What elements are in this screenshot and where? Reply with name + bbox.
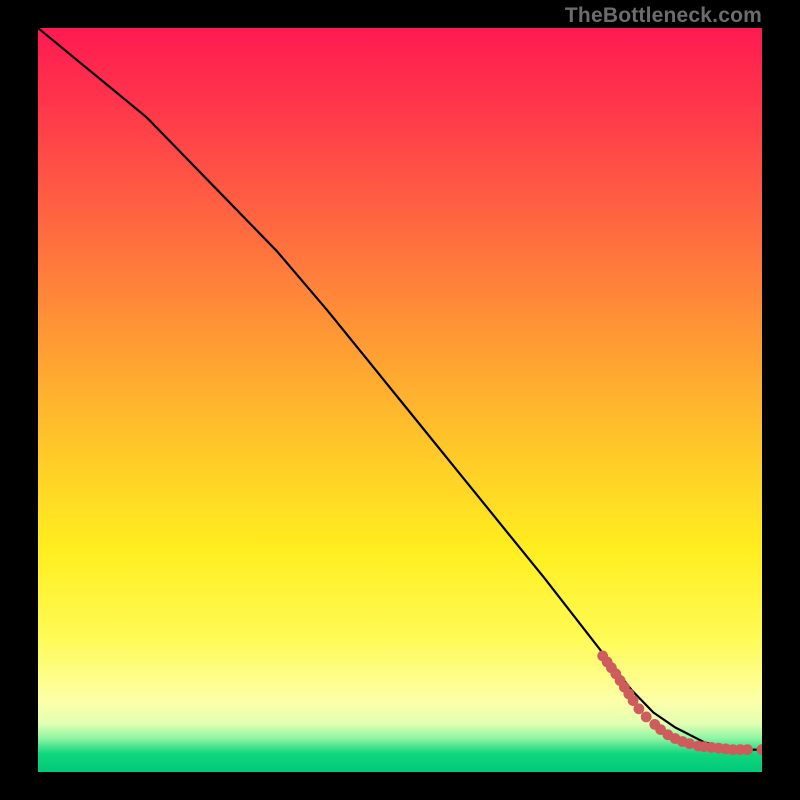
scatter-point xyxy=(641,712,652,723)
scatter-point xyxy=(742,744,753,755)
chart-overlay xyxy=(38,28,762,772)
scatter-point xyxy=(634,703,645,714)
watermark-text: TheBottleneck.com xyxy=(565,4,762,28)
scatter-point xyxy=(757,744,762,755)
scatter-points xyxy=(597,651,762,756)
chart-frame: TheBottleneck.com xyxy=(0,0,800,800)
curve-line xyxy=(38,28,762,750)
plot-area xyxy=(38,28,762,772)
